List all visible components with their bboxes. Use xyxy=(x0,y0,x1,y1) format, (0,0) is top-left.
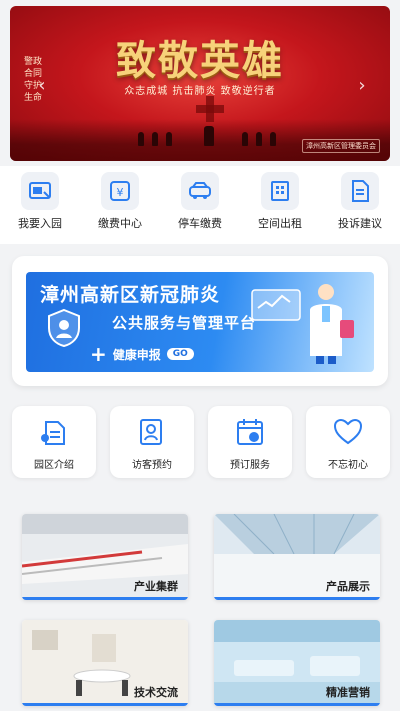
banner-logo: 漳州高新区管理委员会 xyxy=(302,139,380,153)
visitor-icon xyxy=(140,419,162,445)
tile-accent-bar xyxy=(22,597,188,600)
quick-action-complaint[interactable]: 投诉建议 xyxy=(324,172,396,231)
quick-action-parking[interactable]: 停车缴费 xyxy=(164,172,236,231)
tile-tech-exchange[interactable]: 技术交流 xyxy=(22,620,188,706)
banner-subtitle: 众志成城 抗击肺炎 致敬逆行者 xyxy=(124,86,276,97)
go-badge: GO xyxy=(166,348,194,360)
shield-icon xyxy=(48,308,80,348)
tile-accent-bar xyxy=(214,703,380,706)
banner-title: 致敬英雄 xyxy=(116,37,284,84)
health-report-label: 健康申报 xyxy=(112,347,161,362)
covid-banner-subtitle: 公共服务与管理平台 xyxy=(112,314,257,332)
banner-figures xyxy=(130,126,290,146)
quick-action-enter-park[interactable]: 我要入园 xyxy=(4,172,76,231)
service-label: 不忘初心 xyxy=(328,460,368,471)
tile-accent-bar xyxy=(22,703,188,706)
building-icon xyxy=(261,172,299,210)
tile-label: 产业集群 xyxy=(134,580,178,593)
service-visitor[interactable]: 访客预约 xyxy=(110,406,194,478)
complaint-icon xyxy=(341,172,379,210)
tile-label: 产品展示 xyxy=(326,580,370,593)
quick-action-label: 我要入园 xyxy=(18,217,62,230)
enter-park-icon xyxy=(21,172,59,210)
svg-text:¥: ¥ xyxy=(117,186,124,199)
tile-label: 技术交流 xyxy=(134,686,178,699)
tile-precision-marketing[interactable]: 精准营销 xyxy=(214,620,380,706)
quick-action-space-rent[interactable]: 空间出租 xyxy=(244,172,316,231)
quick-action-payment[interactable]: ¥ 缴费中心 xyxy=(84,172,156,231)
red-cross-icon xyxy=(196,96,224,122)
service-label: 访客预约 xyxy=(132,460,172,471)
service-label: 预订服务 xyxy=(230,460,270,471)
calendar-icon xyxy=(237,419,263,445)
parking-icon xyxy=(181,172,219,210)
heart-icon xyxy=(333,418,363,445)
health-report-button[interactable]: + 健康申报 GO xyxy=(90,344,194,364)
tile-industry-cluster[interactable]: 产业集群 xyxy=(22,514,188,600)
quick-action-label: 停车缴费 xyxy=(178,217,222,230)
quick-action-label: 投诉建议 xyxy=(338,217,382,230)
park-intro-icon xyxy=(41,421,65,445)
carousel-next-icon[interactable]: › xyxy=(352,76,372,96)
tile-product-showcase[interactable]: 产品展示 xyxy=(214,514,380,600)
plus-icon: + xyxy=(90,342,107,366)
service-label: 园区介绍 xyxy=(34,460,74,471)
hero-banner[interactable]: 警政合同 守护生命 致敬英雄 众志成城 抗击肺炎 致敬逆行者 ‹ › 漳州高新区… xyxy=(10,6,390,161)
tile-accent-bar xyxy=(214,597,380,600)
payment-icon: ¥ xyxy=(101,172,139,210)
doctor-illustration xyxy=(310,284,354,364)
service-park-intro[interactable]: 园区介绍 xyxy=(12,406,96,478)
quick-action-label: 空间出租 xyxy=(258,217,302,230)
service-remember-mission[interactable]: 不忘初心 xyxy=(306,406,390,478)
covid-banner-card: 漳州高新区新冠肺炎 公共服务与管理平台 + 健康申报 GO xyxy=(12,256,388,386)
covid-banner-title: 漳州高新区新冠肺炎 xyxy=(40,284,221,306)
quick-actions-bar: 我要入园 ¥ 缴费中心 停车缴费 空间出租 投诉建议 xyxy=(0,166,400,244)
service-booking[interactable]: 预订服务 xyxy=(208,406,292,478)
covid-platform-banner[interactable]: 漳州高新区新冠肺炎 公共服务与管理平台 + 健康申报 GO xyxy=(26,272,374,372)
carousel-prev-icon[interactable]: ‹ xyxy=(32,76,52,96)
quick-action-label: 缴费中心 xyxy=(98,217,142,230)
tile-label: 精准营销 xyxy=(326,686,370,699)
